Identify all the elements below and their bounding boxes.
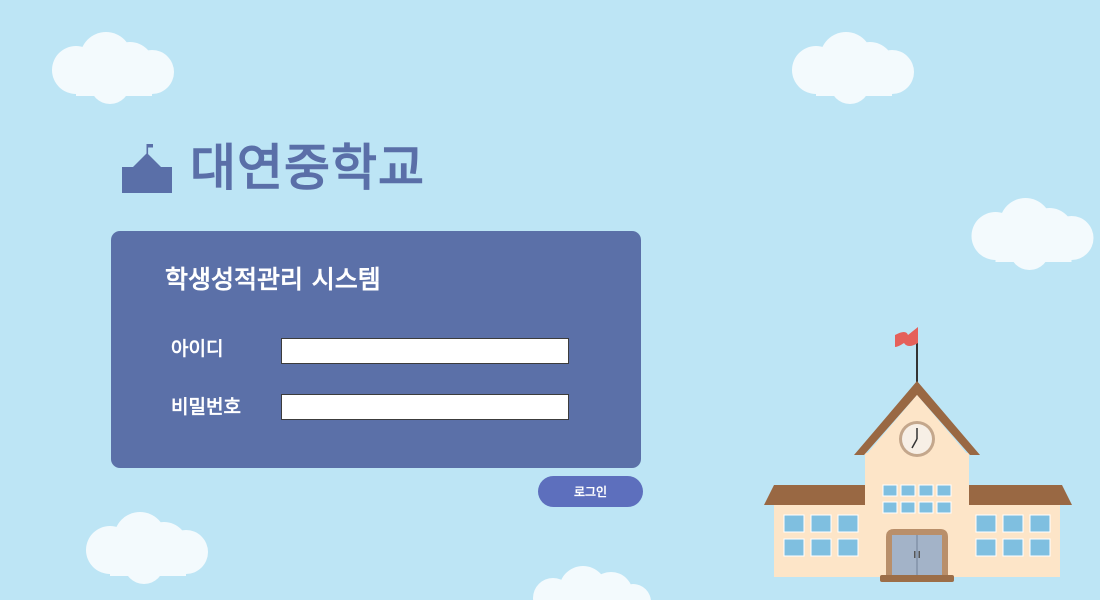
cloud-icon xyxy=(86,512,208,584)
id-input[interactable] xyxy=(281,338,569,364)
school-name: 대연중학교 xyxy=(190,139,425,197)
school-logo: 대연중학교 xyxy=(120,138,425,198)
panel-title: 학생성적관리 시스템 xyxy=(165,265,381,294)
login-button[interactable]: 로그인 xyxy=(538,476,643,507)
school-building-icon xyxy=(122,144,172,193)
password-input[interactable] xyxy=(281,394,569,420)
password-label: 비밀번호 xyxy=(171,396,241,418)
id-label: 아이디 xyxy=(171,338,224,360)
cloud-icon xyxy=(52,32,174,104)
school-building-illustration xyxy=(764,327,1072,582)
login-panel: 학생성적관리 시스템 아이디 비밀번호 xyxy=(111,231,641,468)
cloud-icon xyxy=(533,566,651,600)
cloud-icon xyxy=(792,32,914,104)
cloud-icon xyxy=(971,198,1094,270)
